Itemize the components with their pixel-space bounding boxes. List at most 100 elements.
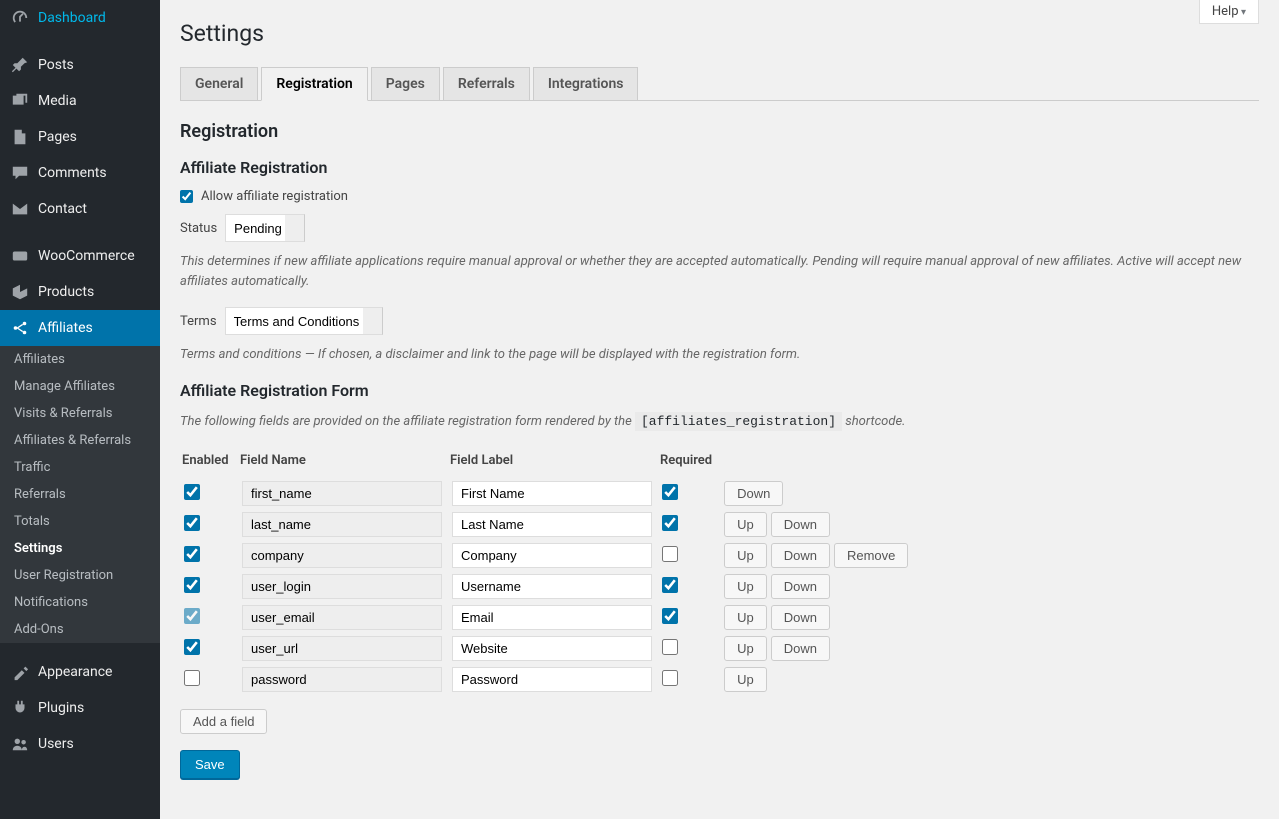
- field-name-input[interactable]: [242, 512, 442, 537]
- status-label: Status: [180, 221, 217, 236]
- submenu-item-visits-referrals[interactable]: Visits & Referrals: [0, 400, 160, 427]
- appearance-icon: [10, 662, 30, 682]
- up-button[interactable]: Up: [724, 574, 767, 599]
- field-label-input[interactable]: [452, 543, 652, 568]
- sidebar-item-users[interactable]: Users: [0, 726, 160, 762]
- down-button[interactable]: Down: [724, 481, 783, 506]
- col-fieldlabel: Field Label: [448, 447, 658, 478]
- sidebar-item-pages[interactable]: Pages: [0, 119, 160, 155]
- sidebar-item-woocommerce[interactable]: WooCommerce: [0, 238, 160, 274]
- field-required-checkbox[interactable]: [662, 670, 678, 686]
- field-required-checkbox[interactable]: [662, 608, 678, 624]
- subsection-affiliate-registration: Affiliate Registration: [180, 158, 1259, 177]
- down-button[interactable]: Down: [771, 605, 830, 630]
- field-name-input[interactable]: [242, 605, 442, 630]
- field-enabled-checkbox[interactable]: [184, 608, 200, 624]
- field-name-input[interactable]: [242, 543, 442, 568]
- submenu-item-totals[interactable]: Totals: [0, 508, 160, 535]
- field-label-input[interactable]: [452, 636, 652, 661]
- down-button[interactable]: Down: [771, 636, 830, 661]
- up-button[interactable]: Up: [724, 636, 767, 661]
- sidebar-item-label: Media: [38, 93, 77, 109]
- up-button[interactable]: Up: [724, 543, 767, 568]
- field-required-checkbox[interactable]: [662, 515, 678, 531]
- up-button[interactable]: Up: [724, 512, 767, 537]
- submenu-item-traffic[interactable]: Traffic: [0, 454, 160, 481]
- field-enabled-checkbox[interactable]: [184, 639, 200, 655]
- pin-icon: [10, 55, 30, 75]
- field-label-input[interactable]: [452, 605, 652, 630]
- field-label-input[interactable]: [452, 667, 652, 692]
- field-required-checkbox[interactable]: [662, 577, 678, 593]
- sidebar-item-dashboard[interactable]: Dashboard: [0, 0, 160, 36]
- down-button[interactable]: Down: [771, 543, 830, 568]
- field-enabled-checkbox[interactable]: [184, 515, 200, 531]
- submenu-item-add-ons[interactable]: Add-Ons: [0, 616, 160, 643]
- field-enabled-checkbox[interactable]: [184, 484, 200, 500]
- field-enabled-checkbox[interactable]: [184, 670, 200, 686]
- tab-referrals[interactable]: Referrals: [443, 67, 530, 100]
- field-row: UpDown: [180, 509, 912, 540]
- field-required-checkbox[interactable]: [662, 546, 678, 562]
- affiliate-icon: [10, 318, 30, 338]
- main-content: Help Settings GeneralRegistrationPagesRe…: [160, 0, 1279, 819]
- registration-fields-table: Enabled Field Name Field Label Required …: [180, 447, 912, 695]
- tab-pages[interactable]: Pages: [371, 67, 440, 100]
- submenu-item-affiliates-referrals[interactable]: Affiliates & Referrals: [0, 427, 160, 454]
- tab-general[interactable]: General: [180, 67, 258, 100]
- field-name-input[interactable]: [242, 667, 442, 692]
- sidebar-item-plugins[interactable]: Plugins: [0, 690, 160, 726]
- field-required-checkbox[interactable]: [662, 639, 678, 655]
- allow-registration-label[interactable]: Allow affiliate registration: [201, 189, 348, 204]
- field-label-input[interactable]: [452, 481, 652, 506]
- add-field-button[interactable]: Add a field: [180, 709, 267, 734]
- down-button[interactable]: Down: [771, 512, 830, 537]
- down-button[interactable]: Down: [771, 574, 830, 599]
- status-select[interactable]: Pending: [225, 214, 305, 242]
- submenu-item-affiliates[interactable]: Affiliates: [0, 346, 160, 373]
- sidebar-item-contact[interactable]: Contact: [0, 191, 160, 227]
- up-button[interactable]: Up: [724, 605, 767, 630]
- submenu-item-settings[interactable]: Settings: [0, 535, 160, 562]
- sidebar-item-comments[interactable]: Comments: [0, 155, 160, 191]
- page-icon: [10, 127, 30, 147]
- field-required-checkbox[interactable]: [662, 484, 678, 500]
- tab-registration[interactable]: Registration: [261, 67, 367, 101]
- users-icon: [10, 734, 30, 754]
- sidebar-item-affiliates[interactable]: Affiliates: [0, 310, 160, 346]
- sidebar-item-posts[interactable]: Posts: [0, 47, 160, 83]
- sidebar-item-label: WooCommerce: [38, 248, 135, 264]
- terms-label: Terms: [180, 314, 217, 329]
- sidebar-item-label: Products: [38, 284, 94, 300]
- up-button[interactable]: Up: [724, 667, 767, 692]
- sidebar-item-appearance[interactable]: Appearance: [0, 654, 160, 690]
- submenu-item-manage-affiliates[interactable]: Manage Affiliates: [0, 373, 160, 400]
- sidebar-item-label: Appearance: [38, 664, 112, 680]
- sidebar-item-label: Affiliates: [38, 320, 93, 336]
- remove-button[interactable]: Remove: [834, 543, 908, 568]
- field-name-input[interactable]: [242, 636, 442, 661]
- submenu-item-referrals[interactable]: Referrals: [0, 481, 160, 508]
- tab-integrations[interactable]: Integrations: [533, 67, 639, 100]
- col-fieldname: Field Name: [238, 447, 448, 478]
- field-label-input[interactable]: [452, 512, 652, 537]
- sidebar-item-label: Dashboard: [38, 10, 106, 26]
- field-enabled-checkbox[interactable]: [184, 577, 200, 593]
- woo-icon: [10, 246, 30, 266]
- comment-icon: [10, 163, 30, 183]
- page-title: Settings: [180, 20, 1259, 47]
- field-enabled-checkbox[interactable]: [184, 546, 200, 562]
- allow-registration-checkbox[interactable]: [180, 190, 193, 203]
- field-label-input[interactable]: [452, 574, 652, 599]
- submenu-item-user-registration[interactable]: User Registration: [0, 562, 160, 589]
- submenu-item-notifications[interactable]: Notifications: [0, 589, 160, 616]
- sidebar-item-media[interactable]: Media: [0, 83, 160, 119]
- sidebar-item-products[interactable]: Products: [0, 274, 160, 310]
- help-tab[interactable]: Help: [1199, 0, 1259, 24]
- field-name-input[interactable]: [242, 574, 442, 599]
- terms-select[interactable]: Terms and Conditions: [225, 307, 383, 335]
- admin-sidebar: Dashboard Posts Media PagesCommentsContact W…: [0, 0, 160, 819]
- subsection-registration-form: Affiliate Registration Form: [180, 381, 1259, 400]
- field-row: UpDownRemove: [180, 540, 912, 571]
- field-name-input[interactable]: [242, 481, 442, 506]
